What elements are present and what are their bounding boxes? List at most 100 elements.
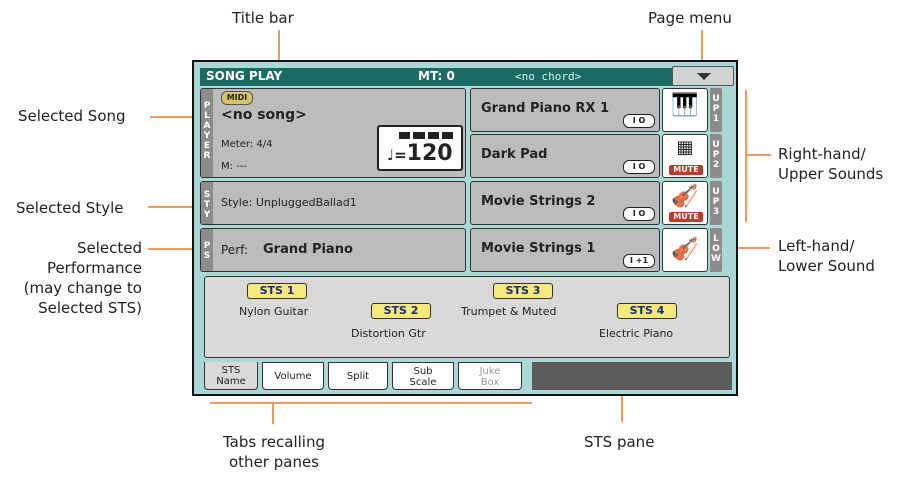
label-letter: U [712, 94, 720, 104]
label-letter: U [712, 187, 720, 197]
page-menu-button[interactable] [672, 66, 734, 86]
sts-2-name: Distortion Gtr [351, 327, 426, 340]
tab-volume[interactable]: Volume [262, 362, 324, 390]
triangle-down-icon [697, 73, 711, 80]
callout-right-hand: Right-hand/ Upper Sounds [778, 144, 883, 184]
tab-label: Box [480, 377, 500, 388]
midi-badge: MIDI [221, 91, 253, 105]
synth-pad-icon[interactable]: ▦ MUTE [662, 134, 708, 178]
piano-icon[interactable]: 🎹 [662, 88, 708, 132]
sound-upper-3[interactable]: Movie Strings 2 I O [470, 181, 660, 225]
tempo-value: ♩=120 [387, 141, 453, 166]
sts-3-button[interactable]: STS 3 [493, 283, 553, 299]
selected-performance: Grand Piano [263, 242, 353, 257]
sound-name: Movie Strings 2 [481, 194, 596, 209]
label-letter: 3 [712, 207, 720, 217]
callout-right-hand-line-1: Right-hand/ [778, 145, 866, 163]
callout-tabs-line-2: other panes [229, 453, 319, 471]
synth-glyph: ▦ [676, 137, 694, 158]
vert-letter: P [203, 101, 211, 111]
selected-song: <no song> [221, 107, 307, 123]
tab-split[interactable]: Split [328, 362, 388, 390]
callout-right-bracket-horizontal [745, 154, 771, 156]
callout-sts-pane: STS pane [584, 433, 655, 451]
performance-vertical-label: P S [201, 229, 213, 271]
callout-selected-performance: Selected Performance (may change to Sele… [4, 238, 142, 318]
octave-indicator: I +1 [623, 254, 655, 268]
callout-left-hand: Left-hand/ Lower Sound [778, 236, 875, 276]
sound-name: Grand Piano RX 1 [481, 101, 610, 116]
callout-page-menu: Page menu [648, 9, 732, 27]
sts-4-name: Electric Piano [599, 327, 674, 340]
tempo-display[interactable]: ♩=120 [377, 125, 463, 171]
performance-panel[interactable]: P S Perf: Grand Piano [200, 228, 466, 272]
tab-label: Volume [274, 371, 312, 382]
tab-label: Split [346, 371, 370, 382]
upper-3-label: U P 3 [710, 181, 722, 225]
label-letter: P [712, 104, 720, 114]
callout-tabs-bracket-vertical [272, 402, 274, 424]
vert-letter: S [203, 251, 211, 261]
tab-sts-name[interactable]: STS Name [204, 362, 258, 390]
sound-upper-1[interactable]: Grand Piano RX 1 I O [470, 88, 660, 132]
octave-indicator: I O [623, 160, 655, 174]
vert-letter: S [203, 190, 211, 200]
sts-2-button[interactable]: STS 2 [371, 303, 431, 319]
style-vertical-label: S T Y [201, 182, 213, 224]
label-letter: 2 [712, 160, 720, 170]
label-letter: L [713, 234, 719, 244]
sound-upper-2[interactable]: Dark Pad I O [470, 134, 660, 178]
master-transpose: MT: 0 [418, 69, 455, 83]
tab-juke-box[interactable]: Juke Box [458, 362, 522, 390]
title-bar: SONG PLAY MT: 0 <no chord> [200, 66, 734, 86]
tab-label: Sub [413, 366, 433, 377]
tab-label: Scale [409, 377, 437, 388]
callout-right-bracket-vertical [745, 90, 747, 222]
upper-2-label: U P 2 [710, 134, 722, 178]
tab-sub-scale[interactable]: Sub Scale [392, 362, 454, 390]
violin-icon[interactable]: 🎻 [662, 228, 708, 272]
callout-perf-line-4: Selected STS) [38, 299, 142, 317]
label-letter: U [712, 140, 720, 150]
vert-letter: A [203, 121, 211, 131]
sound-lower[interactable]: Movie Strings 1 I +1 [470, 228, 660, 272]
sts-4-button[interactable]: STS 4 [617, 303, 677, 319]
octave-indicator: I O [623, 114, 655, 128]
mute-badge: MUTE [669, 165, 703, 175]
callout-left-hand-line-1: Left-hand/ [778, 237, 855, 255]
tab-label: STS [221, 365, 241, 376]
callout-title-bar: Title bar [232, 9, 294, 27]
vert-letter: E [203, 141, 211, 151]
vert-letter: T [203, 200, 211, 210]
callout-left-hand-line-2: Lower Sound [778, 257, 875, 275]
sound-name: Dark Pad [481, 147, 548, 162]
octave-indicator: I O [623, 207, 655, 221]
violin-icon[interactable]: 🎻 MUTE [662, 181, 708, 225]
device-screen: SONG PLAY MT: 0 <no chord> P L A Y E R M… [192, 60, 738, 396]
callout-tabs: Tabs recalling other panes [212, 432, 336, 472]
lower-label: L O W [710, 228, 722, 272]
perf-label: Perf: [221, 243, 248, 257]
style-panel[interactable]: S T Y Style: UnpluggedBallad1 [200, 181, 466, 225]
callout-tabs-bracket-horizontal [210, 402, 532, 404]
tab-label: Name [216, 376, 246, 387]
player-vertical-label: P L A Y E R [201, 89, 213, 177]
callout-tabs-line-1: Tabs recalling [222, 433, 325, 451]
label-letter: 1 [712, 114, 720, 124]
callout-selected-song: Selected Song [18, 107, 126, 125]
sts-3-name: Trumpet & Muted [461, 305, 557, 318]
sts-pane: STS 1 Nylon Guitar STS 2 Distortion Gtr … [204, 276, 730, 358]
selected-style: Style: UnpluggedBallad1 [221, 196, 357, 209]
player-panel[interactable]: P L A Y E R MIDI <no song> Meter: 4/4 M:… [200, 88, 466, 178]
vert-letter: Y [203, 210, 211, 220]
sts-1-button[interactable]: STS 1 [247, 283, 307, 299]
sound-name: Movie Strings 1 [481, 241, 596, 256]
upper-1-label: U P 1 [710, 88, 722, 132]
violin-glyph: 🎻 [671, 237, 699, 262]
callout-selected-style: Selected Style [16, 199, 124, 217]
vert-letter: Y [203, 131, 211, 141]
callout-perf-line-2: Performance [46, 259, 142, 277]
mute-badge: MUTE [669, 212, 703, 222]
callout-right-hand-line-2: Upper Sounds [778, 165, 884, 183]
vert-letter: P [203, 241, 211, 251]
